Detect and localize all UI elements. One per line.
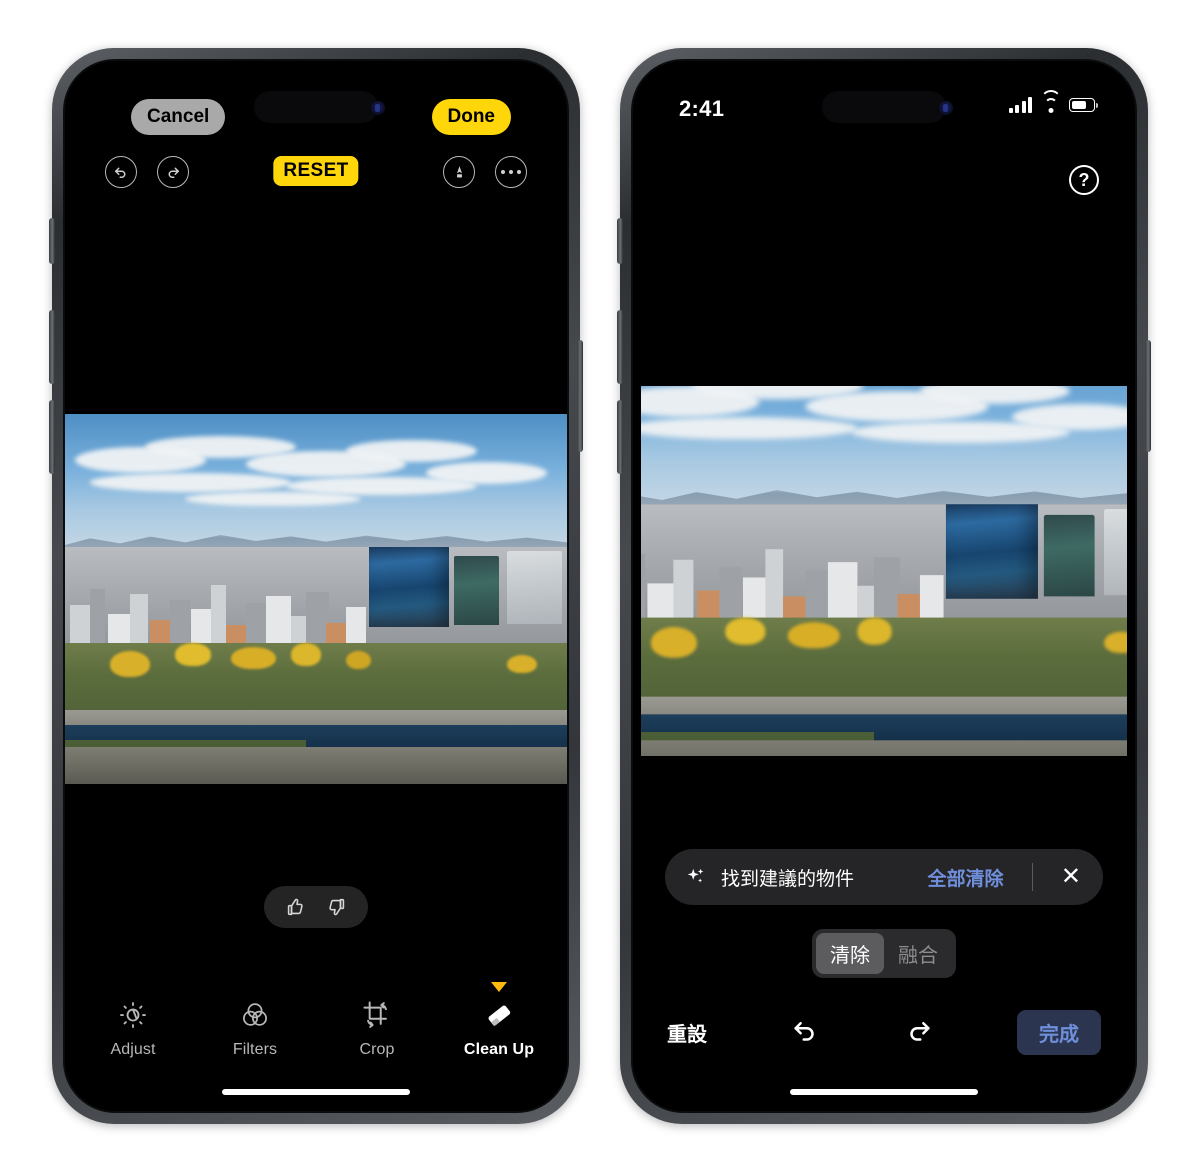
done-button[interactable]: Done <box>431 99 511 135</box>
dynamic-island <box>254 91 378 123</box>
status-indicators <box>1008 90 1098 113</box>
photo-preview-right[interactable] <box>641 386 1127 756</box>
suggestion-text: 找到建議的物件 <box>721 868 855 890</box>
front-camera-icon <box>371 101 385 115</box>
new-feature-badge-icon <box>491 982 507 992</box>
photo-white-tower <box>1103 508 1127 595</box>
done-label: Done <box>447 106 496 127</box>
thumbs-up-icon[interactable] <box>284 896 306 918</box>
help-question-icon[interactable]: ? <box>1069 165 1099 195</box>
screen-right: 2:41 ? 找到建議的物件 全部清除 ✕ 清除 融合 重設 完成 <box>633 61 1135 1111</box>
tool-filters[interactable]: Filters <box>216 998 294 1059</box>
photo-artwork <box>65 414 567 784</box>
action-button[interactable] <box>49 218 55 264</box>
reset-label: RESET <box>283 160 349 181</box>
tool-label: Crop <box>359 1041 395 1058</box>
tool-clean-up[interactable]: Clean Up <box>460 982 538 1059</box>
redo-circle-icon[interactable] <box>157 156 189 188</box>
tool-label: Adjust <box>110 1041 156 1058</box>
wifi-icon <box>1040 90 1061 113</box>
adjust-dial-icon <box>118 998 148 1032</box>
close-x-icon[interactable]: ✕ <box>1061 865 1081 889</box>
photo-preview-left[interactable] <box>65 414 567 784</box>
screenshot-canvas: Cancel Done RESET Adjust Filters Crop Cl… <box>0 0 1200 1172</box>
tool-label: Clean Up <box>463 1041 535 1058</box>
photo-cityscape <box>65 547 567 659</box>
home-indicator[interactable] <box>222 1089 410 1095</box>
phone-right: 2:41 ? 找到建議的物件 全部清除 ✕ 清除 融合 重設 完成 <box>617 48 1151 1124</box>
segment-blend[interactable]: 融合 <box>884 933 952 974</box>
power-button[interactable] <box>1145 340 1151 452</box>
cancel-button[interactable]: Cancel <box>131 99 226 135</box>
ellipsis-dots <box>500 169 522 175</box>
reset-button[interactable]: 重設 <box>667 1018 707 1047</box>
volume-down-button[interactable] <box>617 400 623 474</box>
photo-cityscape <box>641 504 1127 636</box>
segment-clean-up[interactable]: 清除 <box>816 933 884 974</box>
filters-circles-icon <box>240 998 270 1032</box>
markup-pen-icon[interactable] <box>443 156 475 188</box>
divider <box>1031 863 1033 891</box>
done-button[interactable]: 完成 <box>1017 1009 1102 1055</box>
eraser-icon <box>482 998 516 1032</box>
redo-arrow-icon[interactable] <box>902 1015 936 1049</box>
reset-button[interactable]: RESET <box>273 156 359 186</box>
sparkles-icon <box>685 866 707 888</box>
battery-icon <box>1069 98 1098 112</box>
photo-white-tower <box>506 550 562 624</box>
mode-segmented-control: 清除 融合 <box>812 929 956 978</box>
screen-left: Cancel Done RESET Adjust Filters Crop Cl… <box>65 61 567 1111</box>
action-button[interactable] <box>617 218 623 264</box>
photo-foreground-stone <box>65 747 567 784</box>
photo-artwork <box>641 386 1127 756</box>
clear-all-button[interactable]: 全部清除 <box>927 864 1003 891</box>
photo-green-tower <box>454 556 500 625</box>
volume-down-button[interactable] <box>49 400 55 474</box>
cancel-label: Cancel <box>147 106 210 127</box>
feedback-pill <box>264 886 368 928</box>
tool-crop[interactable]: Crop <box>338 998 416 1059</box>
volume-up-button[interactable] <box>49 310 55 384</box>
front-camera-icon <box>939 101 953 115</box>
thumbs-down-icon[interactable] <box>326 896 348 918</box>
photo-glass-tower <box>368 547 450 628</box>
undo-arrow-icon[interactable] <box>788 1015 822 1049</box>
home-indicator[interactable] <box>790 1089 978 1095</box>
power-button[interactable] <box>577 340 583 452</box>
status-time: 2:41 <box>679 96 725 121</box>
dynamic-island <box>822 91 946 123</box>
photo-foreground-stone <box>641 740 1127 756</box>
suggestion-bar: 找到建議的物件 全部清除 ✕ <box>665 849 1103 905</box>
crop-rotate-icon <box>361 998 393 1032</box>
volume-up-button[interactable] <box>617 310 623 384</box>
more-ellipsis-icon[interactable] <box>495 156 527 188</box>
phone-left: Cancel Done RESET Adjust Filters Crop Cl… <box>49 48 583 1124</box>
photo-glass-tower <box>945 504 1038 599</box>
editor-tool-bar: Adjust Filters Crop Clean Up <box>65 982 567 1059</box>
cellular-signal-icon <box>1008 97 1032 113</box>
photo-green-tower <box>1043 515 1096 597</box>
bottom-action-bar: 重設 完成 <box>633 1009 1135 1055</box>
tool-adjust[interactable]: Adjust <box>94 998 172 1059</box>
undo-circle-icon[interactable] <box>105 156 137 188</box>
help-label: ? <box>1078 169 1090 190</box>
tool-label: Filters <box>232 1041 278 1058</box>
